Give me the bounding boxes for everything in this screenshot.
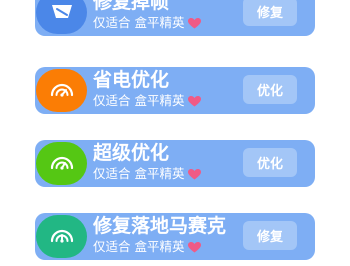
heart-icon xyxy=(188,168,202,180)
item-subtitle-text: 仅适合 盒平精英 xyxy=(93,166,185,181)
list-item-power-saving: 省电优化 仅适合 盒平精英 优化 xyxy=(35,67,315,114)
icon-badge xyxy=(36,69,87,112)
item-subtitle-text: 仅适合 盒平精英 xyxy=(93,239,185,254)
item-subtitle: 仅适合 盒平精英 xyxy=(93,239,202,255)
item-subtitle: 仅适合 盒平精英 xyxy=(93,93,202,109)
heart-icon xyxy=(188,17,202,29)
optimization-list: 修复掉帧 仅适合 盒平精英 修复 省电优化 仅适合 盒平精英 优化 超级优化 仅… xyxy=(0,0,350,266)
item-title: 省电优化 xyxy=(93,69,170,91)
item-title: 修复落地马赛克 xyxy=(93,215,227,237)
heart-icon xyxy=(188,241,202,253)
list-item-fix-frame-drop: 修复掉帧 仅适合 盒平精英 修复 xyxy=(35,0,315,36)
item-title: 超级优化 xyxy=(93,142,170,164)
list-item-super-optimize: 超级优化 仅适合 盒平精英 优化 xyxy=(35,140,315,187)
optimize-button[interactable]: 优化 xyxy=(243,148,297,177)
speedometer-icon xyxy=(49,153,75,175)
list-item-fix-mosaic: 修复落地马赛克 仅适合 盒平精英 修复 xyxy=(35,213,315,260)
item-subtitle-text: 仅适合 盒平精英 xyxy=(93,93,185,108)
item-subtitle: 仅适合 盒平精英 xyxy=(93,166,202,182)
phone-frame-icon xyxy=(49,1,75,25)
item-subtitle: 仅适合 盒平精英 xyxy=(93,15,202,31)
speedometer-icon xyxy=(49,80,75,102)
icon-badge xyxy=(36,215,87,258)
optimize-button[interactable]: 优化 xyxy=(243,75,297,104)
item-title: 修复掉帧 xyxy=(93,0,170,13)
icon-badge xyxy=(36,142,87,185)
item-subtitle-text: 仅适合 盒平精英 xyxy=(93,15,185,30)
heart-icon xyxy=(188,95,202,107)
icon-badge xyxy=(36,0,87,34)
fix-button[interactable]: 修复 xyxy=(243,221,297,250)
speedometer-icon xyxy=(49,226,75,248)
fix-button[interactable]: 修复 xyxy=(243,0,297,26)
